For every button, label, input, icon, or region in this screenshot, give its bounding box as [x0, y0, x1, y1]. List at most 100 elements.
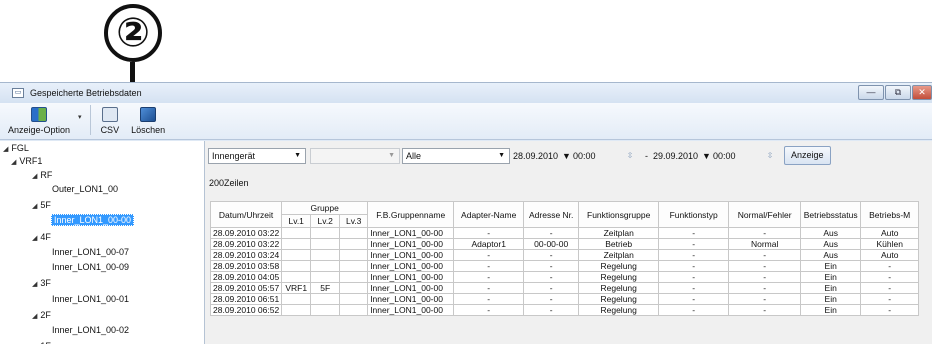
table-cell: 28.09.2010 03:22: [209, 238, 283, 250]
table-cell: [281, 249, 312, 261]
table-cell: Ein: [800, 304, 862, 316]
table-row[interactable]: 28.09.2010 05:57 VRF1 5F Inner_LON1_00-00- -…: [209, 282, 920, 294]
from-date-field[interactable]: 28.09.2010: [513, 149, 558, 163]
minimize-button[interactable]: —: [858, 85, 884, 100]
tree-item-5f[interactable]: ◢ 5F: [32, 199, 51, 211]
to-date-field[interactable]: 29.09.2010: [653, 149, 698, 163]
expand-triangle-icon[interactable]: ◢: [11, 159, 16, 166]
table-cell: Auto: [860, 249, 920, 261]
show-button[interactable]: Anzeige: [784, 146, 831, 165]
title-bar[interactable]: ▭ Gespeicherte Betriebsdaten — ⧉ ✕: [0, 83, 932, 103]
expand-triangle-icon[interactable]: ◢: [32, 313, 37, 320]
table-cell: -: [523, 271, 580, 283]
table-row[interactable]: 28.09.2010 03:24 Inner_LON1_00-00- - Zeitpl…: [209, 249, 920, 261]
close-button[interactable]: ✕: [912, 85, 932, 100]
from-time-field[interactable]: 00:00: [573, 149, 596, 163]
from-date-dropdown-icon[interactable]: ▼: [562, 149, 571, 163]
table-row[interactable]: 28.09.2010 03:58 Inner_LON1_00-00- - Regelu…: [209, 260, 920, 272]
to-time-field[interactable]: 00:00: [713, 149, 736, 163]
table-cell: -: [728, 282, 802, 294]
expand-triangle-icon[interactable]: ◢: [32, 203, 37, 210]
tree-item-inner-lon1-00-09[interactable]: Inner_LON1_00-09: [52, 261, 129, 273]
tree-item-fgl[interactable]: ◢ FGL: [3, 142, 29, 154]
tree-item-inner-lon1-00-01[interactable]: Inner_LON1_00-01: [52, 293, 129, 305]
secondary-select[interactable]: ▼: [310, 148, 400, 164]
table-cell: -: [523, 249, 580, 261]
display-option-button[interactable]: Anzeige-Option: [8, 107, 70, 135]
csv-button[interactable]: CSV: [101, 107, 119, 135]
delete-button[interactable]: Löschen: [131, 107, 165, 135]
tree-item-4f[interactable]: ◢ 4F: [32, 231, 51, 243]
header-op-mode[interactable]: Betriebs-M: [860, 201, 920, 228]
tree-item-inner-lon1-00-07[interactable]: Inner_LON1_00-07: [52, 246, 129, 258]
tree-item-3f[interactable]: ◢ 3F: [32, 277, 51, 289]
table-cell: -: [453, 260, 525, 272]
display-option-label: Anzeige-Option: [8, 125, 71, 135]
table-cell: -: [728, 249, 802, 261]
tree-item-2f[interactable]: ◢ 2F: [32, 309, 51, 321]
maximize-button[interactable]: ⧉: [885, 85, 911, 100]
table-cell: Inner_LON1_00-00: [367, 238, 455, 250]
display-option-dropdown-icon[interactable]: ▾: [78, 113, 82, 121]
device-type-select[interactable]: Innengerät ▼: [208, 148, 306, 164]
tree-item-rf[interactable]: ◢ RF: [32, 169, 52, 181]
table-cell: [281, 227, 312, 239]
tree-item-outer-lon1-00[interactable]: Outer_LON1_00: [52, 183, 118, 195]
table-row[interactable]: 28.09.2010 03:22 Inner_LON1_00-00 Adaptor1…: [209, 238, 920, 250]
header-datetime[interactable]: Datum/Uhrzeit: [209, 201, 283, 228]
table-cell: -: [658, 260, 730, 272]
table-row[interactable]: 28.09.2010 03:22 Inner_LON1_00-00- - Zeitpl…: [209, 227, 920, 239]
table-cell: Inner_LON1_00-00: [367, 293, 455, 305]
table-cell: Inner_LON1_00-00: [367, 260, 455, 272]
header-address[interactable]: Adresse Nr.: [523, 201, 580, 228]
expand-triangle-icon[interactable]: ◢: [3, 146, 8, 153]
table-cell: Betrieb: [578, 238, 660, 250]
to-date-dropdown-icon[interactable]: ▼: [702, 149, 711, 163]
table-body: 28.09.2010 03:22 Inner_LON1_00-00- - Zeitpl…: [209, 227, 920, 316]
to-time-spinner-icon[interactable]: ⇳: [764, 149, 776, 162]
header-fb-group[interactable]: F.B.Gruppenname: [367, 201, 455, 228]
header-func-group[interactable]: Funktionsgruppe: [578, 201, 660, 228]
tree-item-inner-lon1-00-00[interactable]: Inner_LON1_00-00: [51, 214, 135, 226]
from-time-spinner-icon[interactable]: ⇳: [624, 149, 636, 162]
tree-item-1f[interactable]: ◢1F: [32, 340, 51, 344]
header-normal-error[interactable]: Normal/Fehler: [728, 201, 802, 228]
header-func-type[interactable]: Funktionstyp: [658, 201, 730, 228]
table-cell: Aus: [800, 249, 862, 261]
header-lv2[interactable]: Lv.2: [310, 214, 341, 228]
header-lv1[interactable]: Lv.1: [281, 214, 312, 228]
operation-data-table: Datum/Uhrzeit Gruppe F.B.Gruppenname Ada…: [209, 201, 920, 316]
table-cell: Adaptor1: [453, 238, 525, 250]
tree-item-inner-lon1-00-02[interactable]: Inner_LON1_00-02: [52, 324, 129, 336]
header-op-status[interactable]: Betriebsstatus: [800, 201, 862, 228]
table-cell: -: [453, 282, 525, 294]
tree-item-vrf1[interactable]: ◢ VRF1: [11, 155, 42, 167]
toolbar-separator: [89, 105, 91, 135]
table-row[interactable]: 28.09.2010 06:52 Inner_LON1_00-00- - Regelu…: [209, 304, 920, 316]
device-tree: ◢ FGL ◢ VRF1 ◢ RF Outer_LON1_00 ◢ 5F Inner_L…: [0, 141, 205, 344]
table-cell: 28.09.2010 03:22: [209, 227, 283, 239]
table-cell: Ein: [800, 293, 862, 305]
header-adapter[interactable]: Adapter-Name: [453, 201, 525, 228]
table-cell: Aus: [800, 227, 862, 239]
table-cell: Ein: [800, 282, 862, 294]
table-row[interactable]: 28.09.2010 06:51 Inner_LON1_00-00- - Regelu…: [209, 293, 920, 305]
header-lv3[interactable]: Lv.3: [339, 214, 369, 228]
table-cell: [339, 249, 369, 261]
table-cell: Ein: [800, 271, 862, 283]
table-cell: -: [453, 249, 525, 261]
expand-triangle-icon[interactable]: ◢: [32, 281, 37, 288]
table-cell: -: [658, 238, 730, 250]
table-cell: -: [728, 304, 802, 316]
table-cell: -: [658, 293, 730, 305]
expand-triangle-icon[interactable]: ◢: [32, 235, 37, 242]
table-row[interactable]: 28.09.2010 04:05 Inner_LON1_00-00- - Regelu…: [209, 271, 920, 283]
table-cell: -: [453, 271, 525, 283]
table-cell: -: [860, 304, 920, 316]
table-cell: [281, 293, 312, 305]
table-cell: -: [523, 304, 580, 316]
dropdown-arrow-icon: ▼: [498, 152, 505, 159]
table-cell: [339, 227, 369, 239]
group-select[interactable]: Alle ▼: [402, 148, 510, 164]
expand-triangle-icon[interactable]: ◢: [32, 173, 37, 180]
